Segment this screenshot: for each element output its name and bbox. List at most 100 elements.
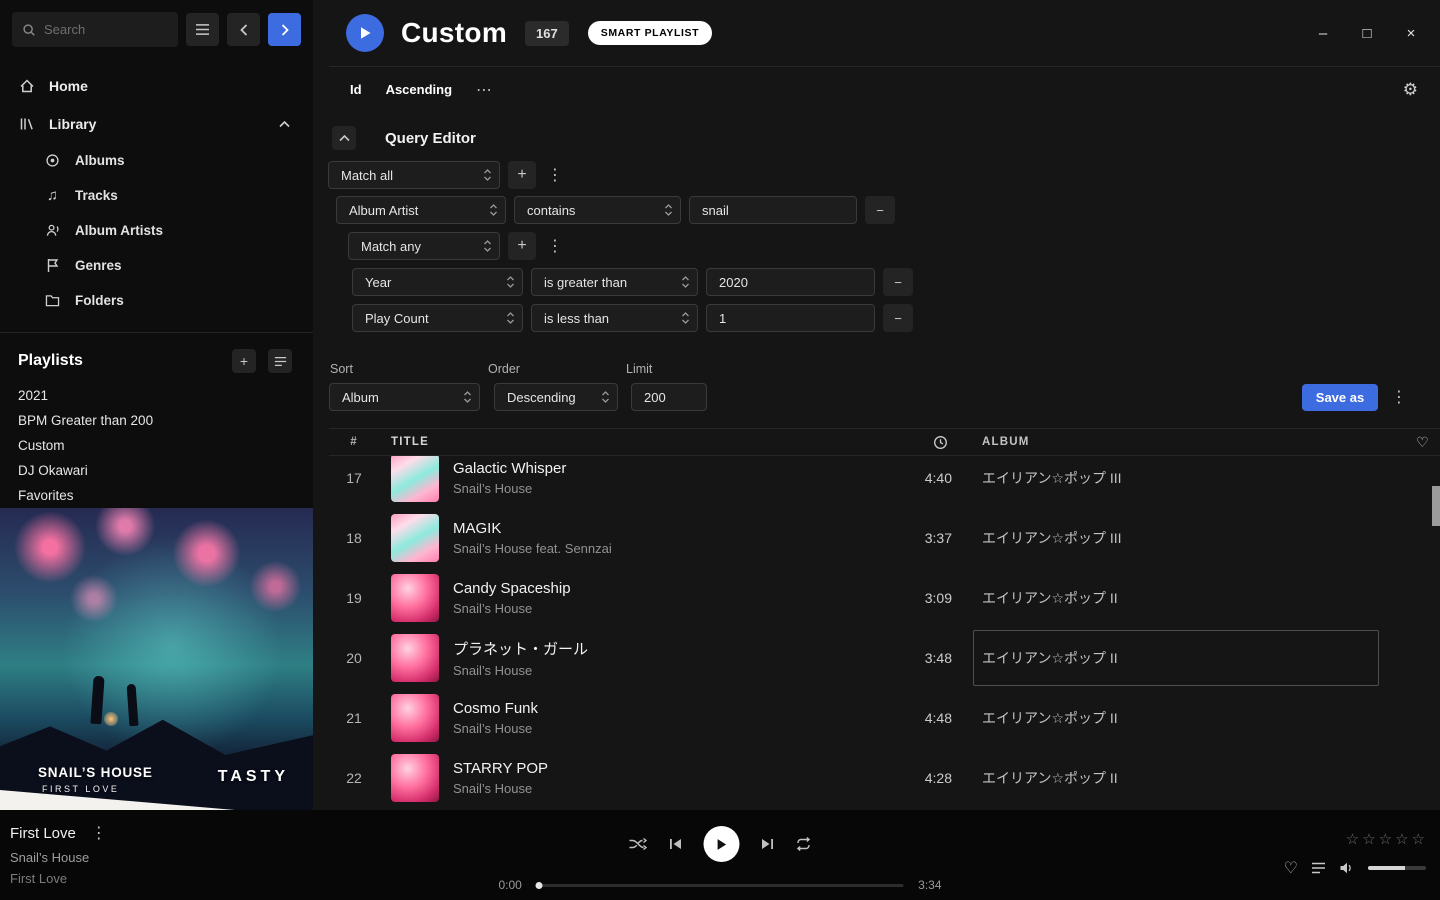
rule-value-input[interactable] (706, 268, 875, 296)
track-row[interactable]: 22 STARRY POP Snail’s House 4:28 エイリアン☆ポ… (329, 748, 1440, 808)
next-button[interactable] (761, 837, 775, 851)
volume-slider[interactable] (1368, 866, 1426, 870)
track-album: エイリアン☆ポップ II (982, 588, 1118, 608)
track-album: エイリアン☆ポップ III (982, 468, 1122, 488)
minus-icon: − (894, 275, 902, 290)
sidebar-item-genres[interactable]: Genres (0, 248, 313, 283)
page-title: Custom (401, 17, 507, 49)
playlist-item[interactable]: DJ Okawari (0, 458, 313, 483)
scrollbar-thumb[interactable] (1432, 486, 1440, 526)
track-count-badge: 167 (525, 21, 569, 46)
rule-value-input[interactable] (706, 304, 875, 332)
sidebar-item-albums[interactable]: Albums (0, 143, 313, 178)
sidebar-item-home[interactable]: Home (0, 67, 313, 105)
album-column-header[interactable]: ALBUM (982, 436, 1406, 448)
volume-icon[interactable] (1339, 861, 1355, 875)
remove-rule-button[interactable]: − (883, 304, 913, 332)
save-as-button[interactable]: Save as (1302, 384, 1378, 411)
rule-menu-icon[interactable]: ⋮ (544, 165, 566, 185)
previous-button[interactable] (669, 837, 683, 851)
repeat-button[interactable] (796, 837, 812, 851)
library-subitems: Albums ♫ Tracks Album Artists (0, 143, 313, 318)
rule-operator-select[interactable]: contains (514, 196, 681, 224)
select-value: Year (365, 275, 506, 290)
playlist-header: Custom 167 SMART PLAYLIST – □ × (329, 0, 1440, 67)
sort-direction-button[interactable]: Ascending (386, 82, 452, 97)
search-box[interactable] (12, 12, 178, 47)
close-button[interactable]: × (1404, 25, 1418, 42)
add-playlist-button[interactable]: + (232, 349, 256, 373)
rule-field-select[interactable]: Album Artist (336, 196, 506, 224)
search-input[interactable] (44, 22, 168, 37)
star-icon[interactable]: ☆ (1346, 830, 1359, 848)
queue-icon[interactable] (1311, 862, 1326, 874)
rule-operator-select[interactable]: is greater than (531, 268, 698, 296)
order-select[interactable]: Descending (494, 383, 618, 411)
play-pause-button[interactable] (704, 826, 740, 862)
collapse-query-editor-button[interactable] (332, 126, 356, 150)
favorite-heart-icon[interactable]: ♡ (1284, 858, 1298, 878)
track-row[interactable]: 18 MAGIK Snail’s House feat. Sennzai 3:3… (329, 508, 1440, 568)
nav-back-button[interactable] (227, 13, 260, 46)
track-row[interactable]: 19 Candy Spaceship Snail’s House 3:09 エイ… (329, 568, 1440, 628)
star-icon[interactable]: ☆ (1412, 830, 1425, 848)
track-menu-icon[interactable]: ⋮ (88, 823, 110, 843)
shuffle-button[interactable] (629, 837, 648, 851)
rule-operator-select[interactable]: is less than (531, 304, 698, 332)
list-icon (274, 356, 287, 367)
clock-icon[interactable] (933, 435, 948, 450)
nav-forward-button[interactable] (268, 13, 301, 46)
sort-select[interactable]: Album (329, 383, 480, 411)
star-icon[interactable]: ☆ (1379, 830, 1392, 848)
chevron-left-icon (240, 24, 248, 36)
playlist-item[interactable]: 2021 (0, 383, 313, 408)
limit-input[interactable] (631, 383, 707, 411)
query-rule-row: Year is greater than − (352, 268, 1440, 296)
rule-field-select[interactable]: Play Count (352, 304, 523, 332)
more-options-icon[interactable]: ⋯ (476, 80, 492, 100)
play-playlist-button[interactable] (346, 14, 384, 52)
add-group-rule-button[interactable]: + (508, 232, 536, 260)
title-column-header[interactable]: TITLE (379, 436, 892, 448)
home-icon (18, 78, 35, 94)
group-match-type-select[interactable]: Match any (348, 232, 500, 260)
save-menu-icon[interactable]: ⋮ (1388, 387, 1410, 411)
menu-button[interactable] (186, 13, 219, 46)
sidebar-item-tracks[interactable]: ♫ Tracks (0, 178, 313, 213)
track-title: Cosmo Funk (453, 700, 538, 717)
sidebar-item-library[interactable]: Library (0, 105, 313, 143)
playlist-list-button[interactable] (268, 349, 292, 373)
track-row[interactable]: 21 Cosmo Funk Snail’s House 4:48 エイリアン☆ポ… (329, 688, 1440, 748)
remove-rule-button[interactable]: − (865, 196, 895, 224)
rule-field-select[interactable]: Year (352, 268, 523, 296)
sidebar-item-album-artists[interactable]: Album Artists (0, 213, 313, 248)
track-duration: 4:40 (892, 470, 952, 486)
add-rule-button[interactable]: + (508, 161, 536, 189)
sidebar-item-folders[interactable]: Folders (0, 283, 313, 318)
star-icon[interactable]: ☆ (1362, 830, 1375, 848)
sort-field-button[interactable]: Id (350, 82, 362, 97)
track-row[interactable]: 20 プラネット・ガール Snail’s House 3:48 エイリアン☆ポッ… (329, 628, 1440, 688)
order-label: Order (488, 362, 618, 376)
rule-value-input[interactable] (689, 196, 857, 224)
track-list: 17 Galactic Whisper Snail’s House 4:40 エ… (313, 456, 1440, 810)
star-icon[interactable]: ☆ (1395, 830, 1408, 848)
player-extras: ♡ (1284, 858, 1426, 878)
seek-bar[interactable] (537, 884, 903, 887)
playlist-item[interactable]: Custom (0, 433, 313, 458)
seek-knob[interactable] (536, 882, 543, 889)
track-album-focused-cell[interactable]: エイリアン☆ポップ II (973, 630, 1379, 686)
art-text: SNAIL’S HOUSE FIRST LOVE (38, 765, 153, 794)
playlist-item[interactable]: Favorites (0, 483, 313, 508)
match-type-select[interactable]: Match all (328, 161, 500, 189)
minimize-button[interactable]: – (1316, 25, 1330, 42)
track-table-header: # TITLE ALBUM ♡ (329, 428, 1440, 456)
settings-gear-icon[interactable]: ⚙ (1403, 80, 1418, 100)
maximize-button[interactable]: □ (1360, 25, 1374, 42)
track-row[interactable]: 17 Galactic Whisper Snail’s House 4:40 エ… (329, 456, 1440, 508)
number-column-header[interactable]: # (329, 436, 379, 448)
group-menu-icon[interactable]: ⋮ (544, 236, 566, 256)
remove-rule-button[interactable]: − (883, 268, 913, 296)
playlist-item[interactable]: BPM Greater than 200 (0, 408, 313, 433)
heart-icon[interactable]: ♡ (1416, 434, 1430, 451)
